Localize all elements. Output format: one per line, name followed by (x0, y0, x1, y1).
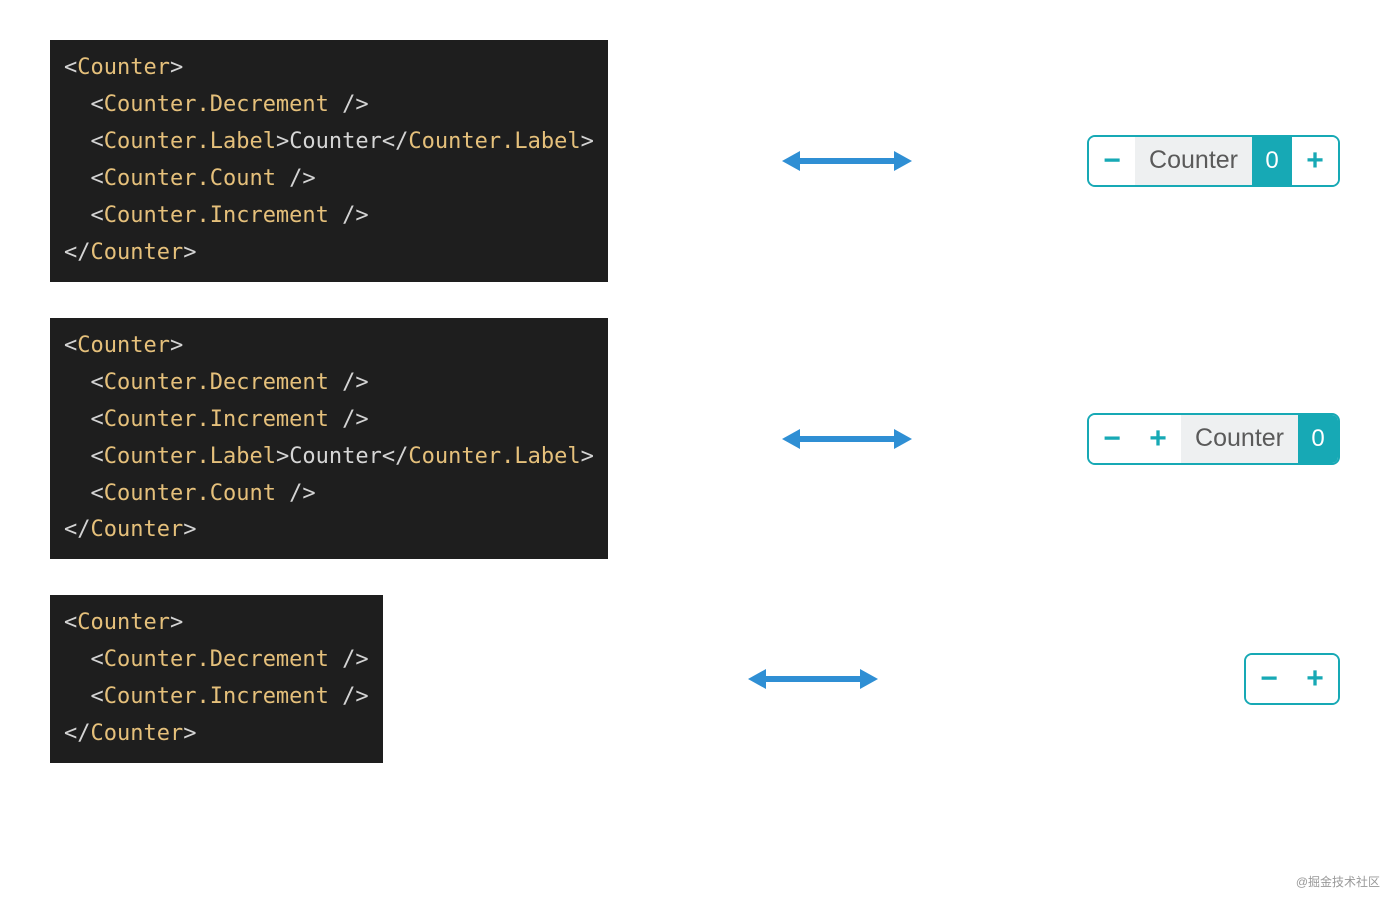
counter-widget: −+Counter0 (1087, 413, 1340, 465)
code-block: <Counter> <Counter.Decrement /> <Counter… (50, 40, 608, 282)
increment-button[interactable]: + (1292, 655, 1338, 703)
increment-button[interactable]: + (1135, 415, 1181, 463)
example-row: <Counter> <Counter.Decrement /> <Counter… (50, 40, 1340, 282)
counter-widget: −+ (1244, 653, 1340, 705)
example-row: <Counter> <Counter.Decrement /> <Counter… (50, 318, 1340, 560)
decrement-button[interactable]: − (1089, 415, 1135, 463)
double-arrow-icon (628, 149, 1067, 173)
counter-label: Counter (1181, 415, 1298, 463)
decrement-button[interactable]: − (1246, 655, 1292, 703)
increment-button[interactable]: + (1292, 137, 1338, 185)
example-row: <Counter> <Counter.Decrement /> <Counter… (50, 595, 1340, 763)
counter-count: 0 (1298, 415, 1338, 463)
double-arrow-icon (403, 667, 1224, 691)
counter-label: Counter (1135, 137, 1252, 185)
watermark: @掘金技术社区 (1296, 873, 1380, 890)
code-block: <Counter> <Counter.Decrement /> <Counter… (50, 595, 383, 763)
code-block: <Counter> <Counter.Decrement /> <Counter… (50, 318, 608, 560)
counter-count: 0 (1252, 137, 1292, 185)
decrement-button[interactable]: − (1089, 137, 1135, 185)
double-arrow-icon (628, 427, 1067, 451)
counter-widget: −Counter0+ (1087, 135, 1340, 187)
